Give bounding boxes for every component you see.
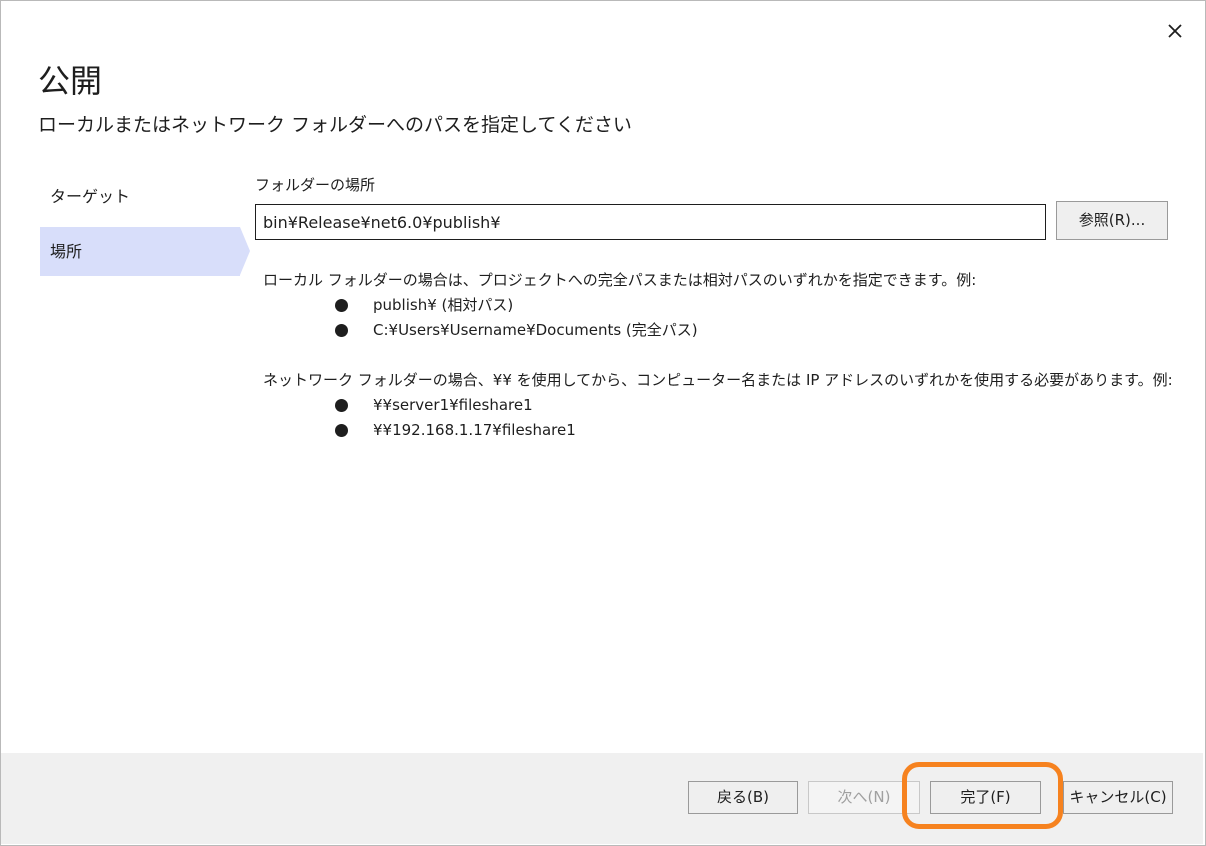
- bullet-icon: [335, 399, 348, 412]
- list-item: C:¥Users¥Username¥Documents (完全パス): [263, 318, 976, 343]
- cancel-button[interactable]: キャンセル(C): [1063, 781, 1173, 814]
- sidebar-item-label: 場所: [50, 242, 83, 261]
- browse-button[interactable]: 参照(R)...: [1056, 201, 1168, 240]
- network-folder-help: ネットワーク フォルダーの場合、¥¥ を使用してから、コンピューター名または I…: [263, 368, 1173, 443]
- sidebar-item-target[interactable]: ターゲット: [40, 172, 240, 221]
- finish-button[interactable]: 完了(F): [930, 781, 1041, 814]
- list-item: ¥¥server1¥fileshare1: [263, 393, 1173, 418]
- back-button[interactable]: 戻る(B): [688, 781, 798, 814]
- list-item: ¥¥192.168.1.17¥fileshare1: [263, 418, 1173, 443]
- dialog-subtitle: ローカルまたはネットワーク フォルダーへのパスを指定してください: [38, 114, 632, 136]
- network-help-intro: ネットワーク フォルダーの場合、¥¥ を使用してから、コンピューター名または I…: [263, 371, 1173, 389]
- local-help-intro: ローカル フォルダーの場合は、プロジェクトへの完全パスまたは相対パスのいずれかを…: [263, 271, 977, 289]
- sidebar-item-label: ターゲット: [50, 187, 131, 206]
- bullet-icon: [335, 424, 348, 437]
- next-button: 次へ(N): [808, 781, 920, 814]
- close-icon: [1168, 24, 1182, 38]
- bullet-icon: [335, 324, 348, 337]
- local-folder-help: ローカル フォルダーの場合は、プロジェクトへの完全パスまたは相対パスのいずれかを…: [263, 268, 976, 343]
- sidebar-item-location[interactable]: 場所: [40, 227, 240, 276]
- dialog-title: 公開: [38, 62, 103, 100]
- folder-location-label: フォルダーの場所: [255, 176, 376, 194]
- selected-indicator: [240, 227, 250, 275]
- local-example-list: publish¥ (相対パス) C:¥Users¥Username¥Docume…: [263, 293, 976, 343]
- folder-path-input[interactable]: [255, 204, 1046, 240]
- list-item: publish¥ (相対パス): [263, 293, 976, 318]
- network-example-list: ¥¥server1¥fileshare1 ¥¥192.168.1.17¥file…: [263, 393, 1173, 443]
- bullet-icon: [335, 299, 348, 312]
- close-button[interactable]: [1160, 16, 1190, 46]
